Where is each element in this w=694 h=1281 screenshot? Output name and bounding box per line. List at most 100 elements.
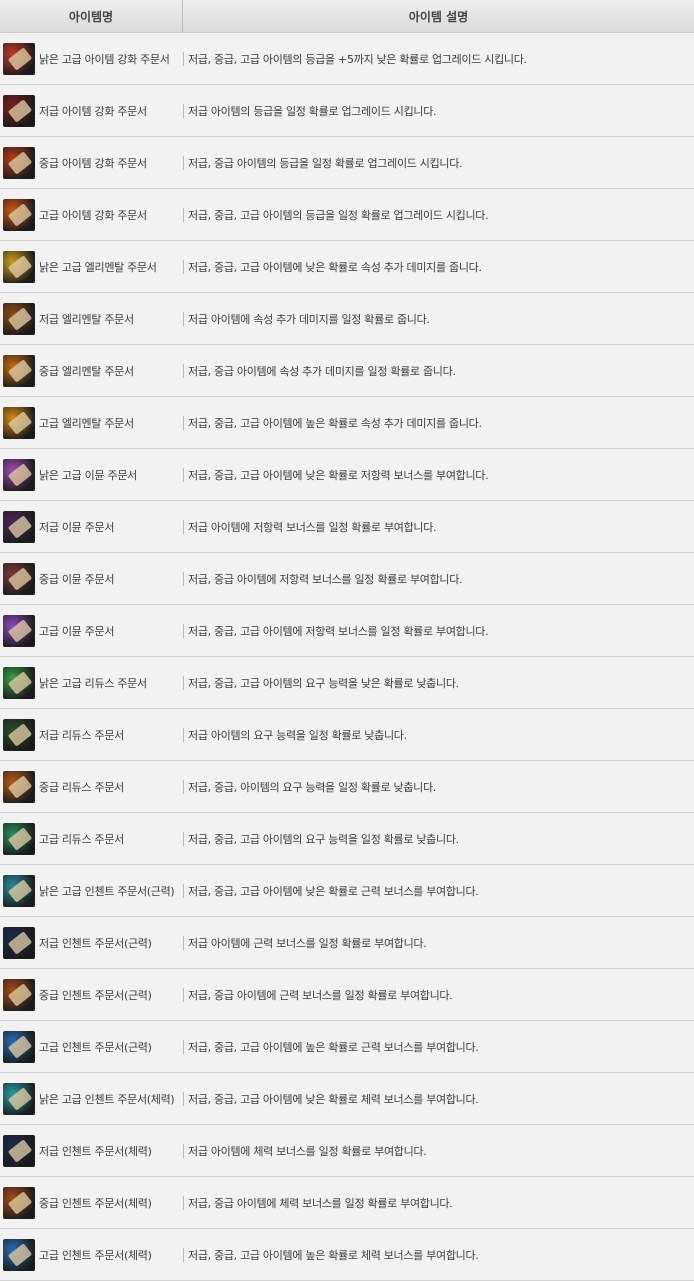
- column-divider: [183, 1143, 184, 1158]
- immune-scroll-icon: [3, 562, 35, 595]
- table-row: 고급 인첸트 주문서(근력) 저급, 중급, 고급 아이템에 높은 확률로 근력 …: [0, 1021, 694, 1073]
- elemental-scroll-icon: [3, 302, 35, 335]
- enhance-scroll-icon: [3, 146, 35, 179]
- column-divider: [183, 519, 184, 534]
- item-name: 저급 리듀스 주문서: [39, 728, 124, 742]
- enhance-scroll-icon: [3, 94, 35, 127]
- table-row: 중급 인첸트 주문서(체력) 저급, 중급 아이템에 체력 보너스를 일정 확률로…: [0, 1177, 694, 1229]
- item-description: 저급, 중급, 아이템의 요구 능력을 일정 확률로 낮춥니다.: [188, 780, 437, 794]
- immune-scroll-icon: [3, 614, 35, 647]
- table-row: 중급 리듀스 주문서 저급, 중급, 아이템의 요구 능력을 일정 확률로 낮춥니…: [0, 761, 694, 813]
- enchant-vit-scroll-icon: [3, 1082, 35, 1115]
- column-divider: [183, 987, 184, 1002]
- item-name: 낡은 고급 인첸트 주문서(체력): [39, 1092, 175, 1106]
- item-name: 저급 엘리멘탈 주문서: [39, 312, 134, 326]
- item-name: 저급 이뮨 주문서: [39, 520, 115, 534]
- item-description: 저급, 중급, 고급 아이템에 높은 확률로 속성 추가 데미지를 줍니다.: [188, 416, 482, 430]
- column-divider: [183, 311, 184, 326]
- item-description: 저급 아이템에 체력 보너스를 일정 확률로 부여합니다.: [188, 1144, 427, 1158]
- enchant-vit-scroll-icon: [3, 1186, 35, 1219]
- item-name: 고급 아이템 강화 주문서: [39, 208, 147, 222]
- table-row: 저급 인첸트 주문서(근력) 저급 아이템에 근력 보너스를 일정 확률로 부여합…: [0, 917, 694, 969]
- item-description: 저급, 중급 아이템에 저항력 보너스를 일정 확률로 부여합니다.: [188, 572, 463, 586]
- item-name: 중급 아이템 강화 주문서: [39, 156, 147, 170]
- item-description: 저급, 중급 아이템에 체력 보너스를 일정 확률로 부여합니다.: [188, 1196, 453, 1210]
- item-description: 저급, 중급, 고급 아이템에 저항력 보너스를 일정 확률로 부여합니다.: [188, 624, 489, 638]
- column-header-item-description: 아이템 설명: [408, 9, 469, 24]
- table-row: 고급 인첸트 주문서(체력) 저급, 중급, 고급 아이템에 높은 확률로 체력 …: [0, 1229, 694, 1281]
- elemental-scroll-icon: [3, 406, 35, 439]
- item-name: 중급 인첸트 주문서(체력): [39, 1196, 152, 1210]
- item-name: 고급 리듀스 주문서: [39, 832, 124, 846]
- reduce-scroll-icon: [3, 822, 35, 855]
- table-row: 낡은 고급 이뮨 주문서 저급, 중급, 고급 아이템에 낮은 확률로 저항력 보…: [0, 449, 694, 501]
- item-description: 저급, 중급, 고급 아이템에 낮은 확률로 속성 추가 데미지를 줍니다.: [188, 260, 482, 274]
- table-row: 중급 아이템 강화 주문서 저급, 중급 아이템의 등급을 일정 확률로 업그레이…: [0, 137, 694, 189]
- column-divider: [183, 259, 184, 274]
- enchant-str-scroll-icon: [3, 978, 35, 1011]
- item-name: 고급 이뮨 주문서: [39, 624, 115, 638]
- elemental-scroll-icon: [3, 354, 35, 387]
- item-name: 중급 이뮨 주문서: [39, 572, 115, 586]
- column-divider: [183, 155, 184, 170]
- table-row: 중급 인첸트 주문서(근력) 저급, 중급 아이템에 근력 보너스를 일정 확률로…: [0, 969, 694, 1021]
- item-description: 저급 아이템에 근력 보너스를 일정 확률로 부여합니다.: [188, 936, 427, 950]
- item-description: 저급, 중급 아이템에 속성 추가 데미지를 일정 확률로 줍니다.: [188, 364, 456, 378]
- item-description: 저급 아이템의 요구 능력을 일정 확률로 낮춥니다.: [188, 728, 407, 742]
- enchant-str-scroll-icon: [3, 1030, 35, 1063]
- reduce-scroll-icon: [3, 770, 35, 803]
- column-divider: [183, 103, 184, 118]
- item-name: 중급 인첸트 주문서(근력): [39, 988, 152, 1002]
- reduce-scroll-icon: [3, 718, 35, 751]
- table-row: 고급 이뮨 주문서 저급, 중급, 고급 아이템에 저항력 보너스를 일정 확률로…: [0, 605, 694, 657]
- item-table: 아이템명 아이템 설명 낡은 고급 아이템 강화 주문서 저급, 중급, 고급 아…: [0, 0, 694, 1281]
- enchant-str-scroll-icon: [3, 874, 35, 907]
- item-name: 낡은 고급 리듀스 주문서: [39, 676, 147, 690]
- item-description: 저급, 중급, 고급 아이템에 낮은 확률로 체력 보너스를 부여합니다.: [188, 1092, 479, 1106]
- column-divider: [183, 571, 184, 586]
- table-row: 저급 아이템 강화 주문서 저급 아이템의 등급을 일정 확률로 업그레이드 시킵…: [0, 85, 694, 137]
- column-divider: [183, 1039, 184, 1054]
- immune-scroll-icon: [3, 510, 35, 543]
- elemental-scroll-icon: [3, 250, 35, 283]
- column-divider: [183, 1091, 184, 1106]
- item-name: 낡은 고급 인첸트 주문서(근력): [39, 884, 175, 898]
- column-divider: [183, 831, 184, 846]
- item-description: 저급 아이템에 속성 추가 데미지를 일정 확률로 줍니다.: [188, 312, 430, 326]
- enchant-vit-scroll-icon: [3, 1134, 35, 1167]
- table-body: 낡은 고급 아이템 강화 주문서 저급, 중급, 고급 아이템의 등급을 +5까지…: [0, 33, 694, 1281]
- table-row: 낡은 고급 아이템 강화 주문서 저급, 중급, 고급 아이템의 등급을 +5까지…: [0, 33, 694, 85]
- item-name: 저급 인첸트 주문서(체력): [39, 1144, 152, 1158]
- table-row: 고급 리듀스 주문서 저급, 중급, 고급 아이템의 요구 능력을 일정 확률로 …: [0, 813, 694, 865]
- column-divider: [183, 623, 184, 638]
- column-divider: [183, 363, 184, 378]
- item-name: 중급 리듀스 주문서: [39, 780, 124, 794]
- column-divider: [183, 415, 184, 430]
- column-divider: [183, 1247, 184, 1262]
- enchant-str-scroll-icon: [3, 926, 35, 959]
- column-divider: [183, 675, 184, 690]
- table-row: 저급 인첸트 주문서(체력) 저급 아이템에 체력 보너스를 일정 확률로 부여합…: [0, 1125, 694, 1177]
- enchant-vit-scroll-icon: [3, 1238, 35, 1271]
- table-row: 저급 엘리멘탈 주문서 저급 아이템에 속성 추가 데미지를 일정 확률로 줍니다…: [0, 293, 694, 345]
- table-row: 중급 엘리멘탈 주문서 저급, 중급 아이템에 속성 추가 데미지를 일정 확률로…: [0, 345, 694, 397]
- item-description: 저급, 중급, 고급 아이템에 낮은 확률로 근력 보너스를 부여합니다.: [188, 884, 479, 898]
- column-divider: [183, 727, 184, 742]
- table-row: 저급 이뮨 주문서 저급 아이템에 저항력 보너스를 일정 확률로 부여합니다.: [0, 501, 694, 553]
- table-row: 낡은 고급 인첸트 주문서(체력) 저급, 중급, 고급 아이템에 낮은 확률로 …: [0, 1073, 694, 1125]
- table-row: 고급 엘리멘탈 주문서 저급, 중급, 고급 아이템에 높은 확률로 속성 추가 …: [0, 397, 694, 449]
- column-divider: [183, 467, 184, 482]
- table-row: 낡은 고급 리듀스 주문서 저급, 중급, 고급 아이템의 요구 능력을 낮은 확…: [0, 657, 694, 709]
- item-name: 저급 인첸트 주문서(근력): [39, 936, 152, 950]
- item-name: 낡은 고급 이뮨 주문서: [39, 468, 137, 482]
- item-name: 저급 아이템 강화 주문서: [39, 104, 147, 118]
- item-name: 고급 인첸트 주문서(근력): [39, 1040, 152, 1054]
- enhance-scroll-icon: [3, 198, 35, 231]
- column-divider: [183, 1195, 184, 1210]
- column-header-item-name: 아이템명: [0, 0, 183, 32]
- item-name: 중급 엘리멘탈 주문서: [39, 364, 134, 378]
- column-divider: [183, 883, 184, 898]
- column-divider: [183, 935, 184, 950]
- table-header: 아이템명 아이템 설명: [0, 0, 694, 33]
- table-row: 중급 이뮨 주문서 저급, 중급 아이템에 저항력 보너스를 일정 확률로 부여합…: [0, 553, 694, 605]
